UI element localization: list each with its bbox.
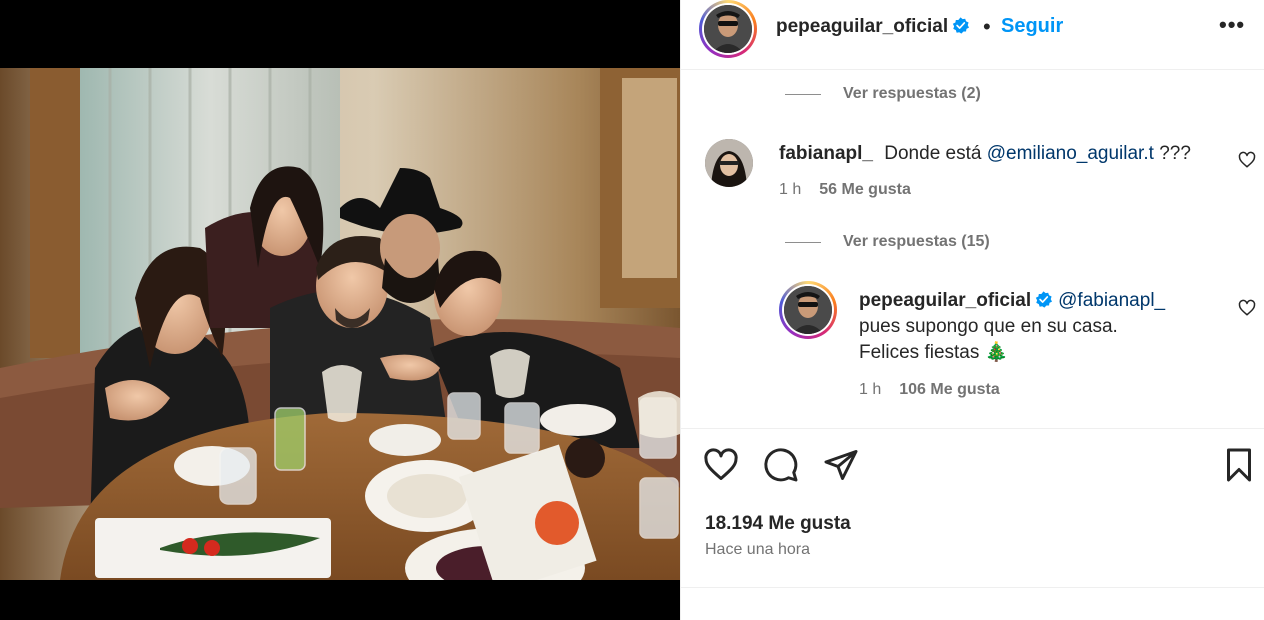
author-avatar[interactable] [699,0,757,58]
comment-body-end: ??? [1159,143,1191,164]
post-side-panel: pepeaguilar_oficial • Seguir ••• Ver res… [680,0,1264,620]
post-likes-count[interactable]: 18.194 Me gusta [705,513,851,535]
comment-bubble-icon[interactable] [763,447,799,483]
reply-line-2: pues supongo que en su casa. [859,316,1118,337]
reply-like-heart-icon[interactable] [1238,299,1256,317]
reply-time[interactable]: 1 h [859,381,881,398]
commenter-avatar[interactable] [705,139,753,187]
paper-plane-icon[interactable] [823,447,859,483]
christmas-tree-emoji: 🎄 [984,342,1009,363]
author-username-text[interactable]: pepeaguilar_oficial [776,16,948,37]
comment-meta: 1 h 56 Me gusta [779,181,911,199]
post-media[interactable] [0,0,680,620]
post-timestamp[interactable]: Hace una hora [705,541,810,559]
reply-mention[interactable]: @fabianapl_ [1058,290,1165,311]
heart-icon[interactable] [703,447,739,483]
post-actions: 18.194 Me gusta Hace una hora [681,428,1264,588]
reply-username[interactable]: pepeaguilar_oficial [859,290,1031,311]
reply-likes[interactable]: 106 Me gusta [899,381,999,398]
view-replies-label: Ver respuestas (15) [843,233,990,250]
verified-badge-icon [952,17,970,34]
comment-like-heart-icon[interactable] [1238,151,1256,169]
post-photo [0,68,680,580]
post-header: pepeaguilar_oficial • Seguir ••• [681,0,1264,70]
view-replies-button[interactable]: Ver respuestas (15) [785,233,990,251]
divider [681,587,1264,588]
comment-text: fabianapl_ Donde está @emiliano_aguilar.… [779,141,1219,167]
reply-line-3: Felices fiestas [859,342,980,363]
comment-time[interactable]: 1 h [779,181,801,198]
author-username[interactable]: pepeaguilar_oficial [776,16,970,38]
view-replies-label: Ver respuestas (2) [843,85,981,102]
reply-text: pepeaguilar_oficial @fabianapl_ pues supo… [859,288,1219,366]
header-separator: • [983,14,991,39]
reply-meta: 1 h 106 Me gusta [859,381,1000,399]
follow-button[interactable]: Seguir [1001,15,1063,38]
view-replies-button[interactable]: Ver respuestas (2) [785,85,981,103]
comment-body: Donde está [884,143,982,164]
comment-mention[interactable]: @emiliano_aguilar.t [987,143,1154,164]
bookmark-icon[interactable] [1221,447,1257,483]
verified-badge-icon [1035,291,1053,308]
commenter-username[interactable]: fabianapl_ [779,143,873,164]
comment-likes[interactable]: 56 Me gusta [819,181,911,198]
comments-list[interactable]: Ver respuestas (2) fabianapl_ Donde está… [681,71,1264,427]
reply-author-avatar[interactable] [779,281,837,339]
more-options-icon[interactable]: ••• [1219,12,1245,38]
